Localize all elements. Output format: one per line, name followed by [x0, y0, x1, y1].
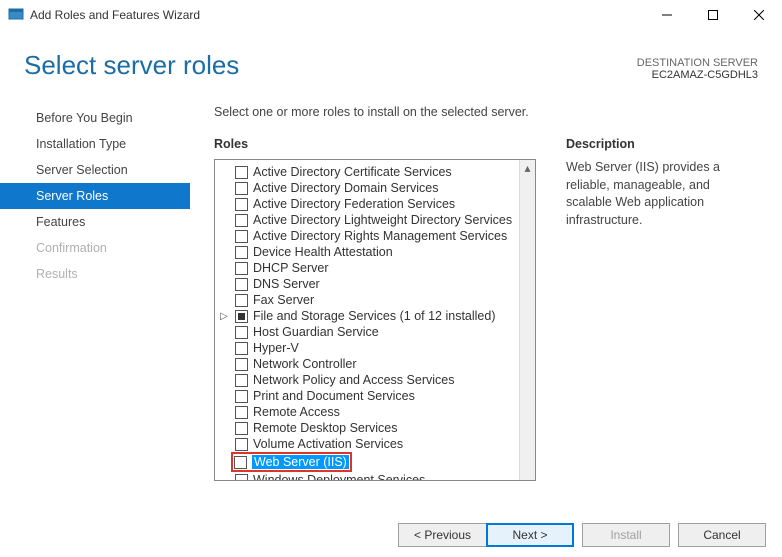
role-checkbox[interactable]: [235, 390, 248, 403]
sidebar-item-before-you-begin[interactable]: Before You Begin: [0, 105, 190, 131]
role-checkbox[interactable]: [235, 474, 248, 481]
sidebar-item-server-selection[interactable]: Server Selection: [0, 157, 190, 183]
role-checkbox[interactable]: [235, 246, 248, 259]
role-row[interactable]: Windows Deployment Services: [235, 472, 517, 480]
sidebar-item-results: Results: [0, 261, 190, 287]
install-button[interactable]: Install: [582, 523, 670, 547]
role-row[interactable]: Network Controller: [235, 356, 517, 372]
role-label: Active Directory Certificate Services: [253, 165, 452, 179]
description-text: Web Server (IIS) provides a reliable, ma…: [566, 159, 758, 229]
role-label: Active Directory Domain Services: [253, 181, 438, 195]
role-row[interactable]: Active Directory Federation Services: [235, 196, 517, 212]
sidebar-item-confirmation: Confirmation: [0, 235, 190, 261]
header: Select server roles DESTINATION SERVER E…: [0, 30, 782, 85]
instruction-text: Select one or more roles to install on t…: [214, 105, 758, 119]
description-heading: Description: [566, 137, 758, 151]
role-checkbox[interactable]: [235, 214, 248, 227]
destination-server: DESTINATION SERVER EC2AMAZ-C5GDHL3: [637, 57, 758, 81]
role-label: Active Directory Rights Management Servi…: [253, 229, 507, 243]
role-checkbox[interactable]: [235, 198, 248, 211]
role-checkbox[interactable]: [235, 374, 248, 387]
role-row[interactable]: Volume Activation Services: [235, 436, 517, 452]
role-row[interactable]: Network Policy and Access Services: [235, 372, 517, 388]
role-label: Hyper-V: [253, 341, 299, 355]
role-label: File and Storage Services (1 of 12 insta…: [253, 309, 496, 323]
minimize-button[interactable]: [644, 0, 690, 30]
role-label: Host Guardian Service: [253, 325, 379, 339]
wizard-icon: [8, 7, 24, 23]
page-title: Select server roles: [24, 50, 239, 81]
role-label: Fax Server: [253, 293, 314, 307]
next-button[interactable]: Next >: [486, 523, 574, 547]
role-label: Active Directory Federation Services: [253, 197, 455, 211]
role-checkbox[interactable]: [234, 456, 247, 469]
role-row[interactable]: Remote Access: [235, 404, 517, 420]
sidebar-item-features[interactable]: Features: [0, 209, 190, 235]
role-row[interactable]: Active Directory Domain Services: [235, 180, 517, 196]
role-label: DNS Server: [253, 277, 320, 291]
role-row[interactable]: Print and Document Services: [235, 388, 517, 404]
highlight-frame: Web Server (IIS): [231, 452, 352, 472]
sidebar-item-installation-type[interactable]: Installation Type: [0, 131, 190, 157]
destination-value: EC2AMAZ-C5GDHL3: [637, 69, 758, 81]
destination-label: DESTINATION SERVER: [637, 57, 758, 69]
sidebar-item-server-roles[interactable]: Server Roles: [0, 183, 190, 209]
role-label: Windows Deployment Services: [253, 473, 425, 480]
role-row[interactable]: Device Health Attestation: [235, 244, 517, 260]
role-checkbox[interactable]: [235, 294, 248, 307]
role-label: Active Directory Lightweight Directory S…: [253, 213, 512, 227]
previous-button[interactable]: < Previous: [398, 523, 486, 547]
role-label: DHCP Server: [253, 261, 328, 275]
role-row[interactable]: ▷File and Storage Services (1 of 12 inst…: [235, 308, 517, 324]
role-row[interactable]: Active Directory Certificate Services: [235, 164, 517, 180]
footer-buttons: < Previous Next > Install Cancel: [398, 523, 766, 547]
scrollbar[interactable]: ▴: [519, 160, 535, 480]
role-row[interactable]: Remote Desktop Services: [235, 420, 517, 436]
role-label: Device Health Attestation: [253, 245, 393, 259]
role-checkbox[interactable]: [235, 358, 248, 371]
role-checkbox[interactable]: [235, 438, 248, 451]
maximize-button[interactable]: [690, 0, 736, 30]
cancel-button[interactable]: Cancel: [678, 523, 766, 547]
window-title: Add Roles and Features Wizard: [30, 8, 644, 22]
role-row[interactable]: Web Server (IIS): [234, 454, 349, 470]
role-row[interactable]: Active Directory Lightweight Directory S…: [235, 212, 517, 228]
role-row[interactable]: Active Directory Rights Management Servi…: [235, 228, 517, 244]
role-checkbox[interactable]: [235, 406, 248, 419]
role-label: Print and Document Services: [253, 389, 415, 403]
role-checkbox[interactable]: [235, 230, 248, 243]
role-label: Network Policy and Access Services: [253, 373, 454, 387]
role-label: Remote Access: [253, 405, 340, 419]
close-button[interactable]: [736, 0, 782, 30]
role-checkbox[interactable]: [235, 166, 248, 179]
role-label: Network Controller: [253, 357, 357, 371]
role-label: Web Server (IIS): [252, 455, 349, 469]
role-checkbox[interactable]: [235, 326, 248, 339]
scroll-up-icon[interactable]: ▴: [520, 160, 535, 176]
sidebar: Before You BeginInstallation TypeServer …: [0, 105, 190, 481]
role-label: Volume Activation Services: [253, 437, 403, 451]
role-row[interactable]: DNS Server: [235, 276, 517, 292]
role-checkbox[interactable]: [235, 182, 248, 195]
roles-heading: Roles: [214, 137, 536, 151]
titlebar: Add Roles and Features Wizard: [0, 0, 782, 30]
role-row[interactable]: Fax Server: [235, 292, 517, 308]
role-checkbox[interactable]: [235, 342, 248, 355]
role-checkbox[interactable]: [235, 262, 248, 275]
role-checkbox[interactable]: [235, 310, 248, 323]
role-row[interactable]: DHCP Server: [235, 260, 517, 276]
expand-icon[interactable]: ▷: [219, 311, 229, 322]
role-checkbox[interactable]: [235, 278, 248, 291]
role-row[interactable]: Host Guardian Service: [235, 324, 517, 340]
roles-listbox[interactable]: Active Directory Certificate Services Act…: [214, 159, 536, 481]
role-row[interactable]: Hyper-V: [235, 340, 517, 356]
role-checkbox[interactable]: [235, 422, 248, 435]
role-label: Remote Desktop Services: [253, 421, 398, 435]
